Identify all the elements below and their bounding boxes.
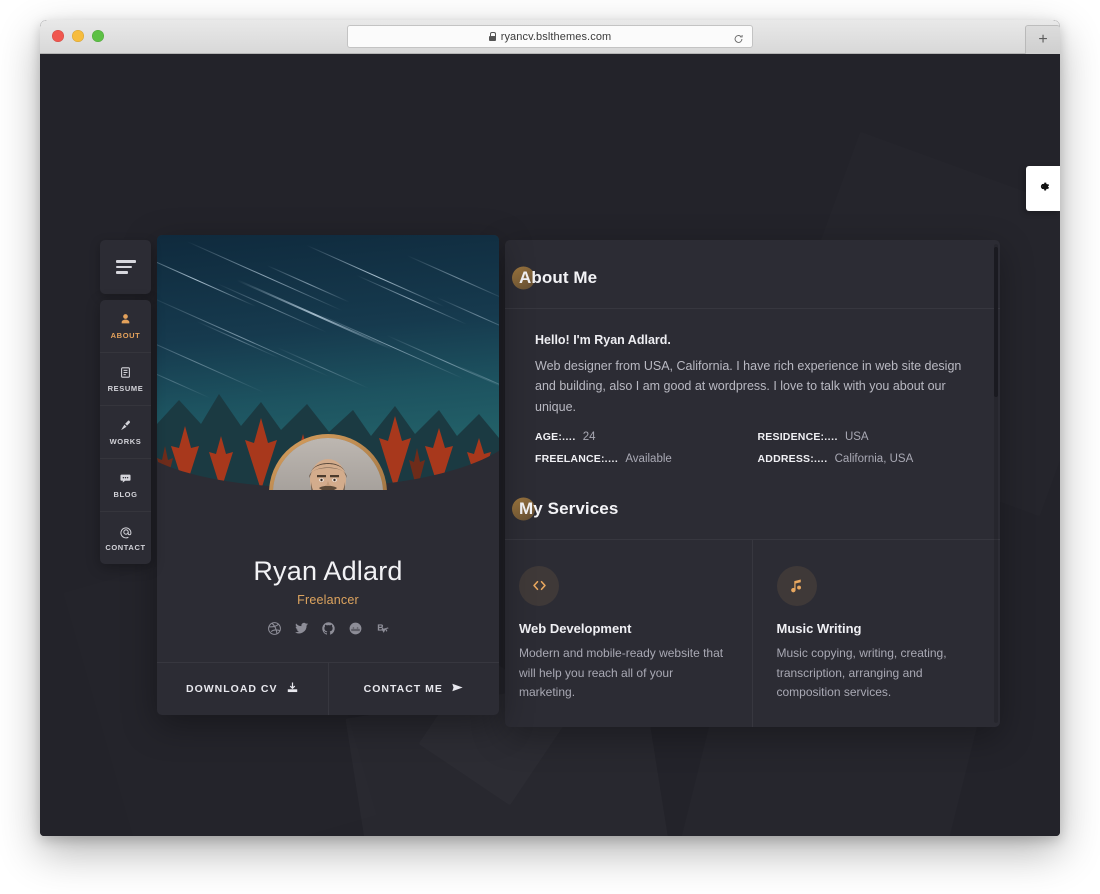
service-text: Modern and mobile-ready website that wil…	[519, 645, 724, 700]
about-title-text: About Me	[519, 268, 598, 287]
contact-me-button[interactable]: CONTACT ME	[329, 663, 500, 715]
fact-dots: ....	[813, 452, 828, 465]
fact-freelance: FREELANCE: .... Available	[535, 453, 748, 465]
profile-card-body: Ryan Adlard Freelancer	[157, 490, 499, 637]
at-icon	[119, 525, 133, 539]
fact-key: ADDRESS:	[757, 452, 814, 465]
section-title: About Me	[512, 266, 598, 290]
zoom-window-button[interactable]	[92, 30, 104, 42]
file-icon	[119, 366, 132, 380]
fact-dots: ....	[604, 452, 619, 465]
reload-icon[interactable]	[733, 31, 744, 43]
minimize-window-button[interactable]	[72, 30, 84, 42]
dribbble-icon[interactable]	[266, 620, 283, 637]
twitter-icon[interactable]	[293, 620, 310, 637]
gear-icon	[1036, 179, 1051, 199]
profile-card: Ryan Adlard Freelancer DOWNLOAD CV CONTA…	[157, 235, 499, 715]
fact-address: ADDRESS: .... California, USA	[758, 453, 971, 465]
service-card[interactable]: Web Development Modern and mobile-ready …	[505, 539, 753, 727]
sidebar-item-label: WORKS	[109, 436, 142, 446]
user-icon	[119, 313, 132, 327]
fact-dots: ....	[824, 430, 838, 443]
fact-key: AGE:	[535, 430, 563, 443]
nav-list: ABOUT RESUME WORKS BLOG CONTACT	[100, 300, 151, 564]
fact-dots: ....	[562, 430, 576, 443]
service-card[interactable]: Music Writing Music copying, writing, cr…	[753, 540, 1001, 727]
sidebar-item-works[interactable]: WORKS	[100, 406, 151, 459]
address-bar-text: ryancv.bslthemes.com	[488, 30, 612, 43]
fact-value: USA	[844, 430, 869, 443]
about-facts: AGE: .... 24 RESIDENCE: .... USA FREELAN…	[535, 431, 970, 465]
new-tab-button[interactable]: +	[1025, 25, 1060, 54]
hamburger-icon	[115, 260, 136, 274]
fact-value: Available	[625, 452, 672, 465]
sidebar-item-label: BLOG	[113, 489, 138, 499]
service-text: Music copying, writing, creating, transc…	[776, 645, 947, 700]
services-title-text: My Services	[519, 498, 619, 518]
window-controls	[52, 30, 104, 42]
sidebar-nav: ABOUT RESUME WORKS BLOG CONTACT	[100, 240, 151, 564]
about-lead: Hello! I'm Ryan Adlard.	[535, 333, 671, 347]
nav-toggle-button[interactable]	[100, 240, 151, 294]
download-cv-button[interactable]: DOWNLOAD CV	[157, 663, 329, 715]
fact-key: RESIDENCE:	[757, 430, 825, 443]
screenshot-root: ryancv.bslthemes.com + ABOUT RESUME WORK…	[0, 0, 1100, 894]
services-section-header: My Services	[512, 465, 1000, 521]
social-links	[157, 620, 499, 637]
send-icon	[451, 681, 464, 697]
fact-residence: RESIDENCE: .... USA	[758, 431, 971, 443]
page-title: Ryan Adlard	[253, 556, 403, 586]
services-grid: Web Development Modern and mobile-ready …	[505, 539, 1001, 727]
content-panel: About Me Hello! I'm Ryan Adlard. Web des…	[505, 240, 1000, 727]
browser-window: ryancv.bslthemes.com + ABOUT RESUME WORK…	[40, 20, 1060, 836]
comment-icon	[119, 472, 132, 486]
about-body: Hello! I'm Ryan Adlard. Web designer fro…	[505, 309, 1000, 465]
profile-card-actions: DOWNLOAD CV CONTACT ME	[157, 662, 499, 715]
sidebar-item-resume[interactable]: RESUME	[100, 353, 151, 406]
sidebar-item-label: CONTACT	[105, 542, 146, 552]
browser-titlebar: ryancv.bslthemes.com +	[40, 20, 1060, 54]
sidebar-item-blog[interactable]: BLOG	[100, 459, 151, 512]
github-icon[interactable]	[320, 620, 337, 637]
reddit-icon[interactable]	[347, 620, 364, 637]
profile-role: Freelancer	[297, 593, 359, 607]
contact-me-label: CONTACT ME	[363, 683, 443, 695]
service-title: Music Writing	[776, 620, 862, 636]
lock-icon	[488, 32, 497, 41]
sidebar-item-about[interactable]: ABOUT	[100, 300, 151, 353]
service-title: Web Development	[519, 620, 632, 636]
url-text: ryancv.bslthemes.com	[500, 30, 612, 43]
hero-image	[157, 235, 499, 490]
sidebar-item-contact[interactable]: CONTACT	[100, 512, 151, 564]
sidebar-item-label: ABOUT	[110, 330, 141, 340]
section-title: My Services	[512, 497, 619, 521]
sidebar-item-label: RESUME	[107, 383, 144, 393]
page-viewport: ABOUT RESUME WORKS BLOG CONTACT Ryan Adl…	[40, 54, 1060, 836]
address-bar[interactable]: ryancv.bslthemes.com	[347, 25, 753, 48]
fact-key: FREELANCE:	[535, 452, 605, 465]
new-tab-label: +	[1038, 31, 1048, 48]
code-icon	[519, 565, 559, 606]
download-icon	[286, 681, 299, 697]
close-window-button[interactable]	[52, 30, 64, 42]
about-text: Web designer from USA, California. I hav…	[535, 359, 962, 414]
brush-icon	[119, 419, 132, 433]
about-section-header: About Me	[512, 240, 1000, 290]
fact-value: 24	[582, 430, 596, 443]
fact-value: California, USA	[834, 452, 914, 465]
download-cv-label: DOWNLOAD CV	[186, 683, 278, 695]
settings-toggle-button[interactable]	[1026, 166, 1060, 211]
behance-icon[interactable]	[374, 620, 391, 637]
music-note-icon	[776, 565, 817, 606]
fact-age: AGE: .... 24	[535, 431, 748, 443]
